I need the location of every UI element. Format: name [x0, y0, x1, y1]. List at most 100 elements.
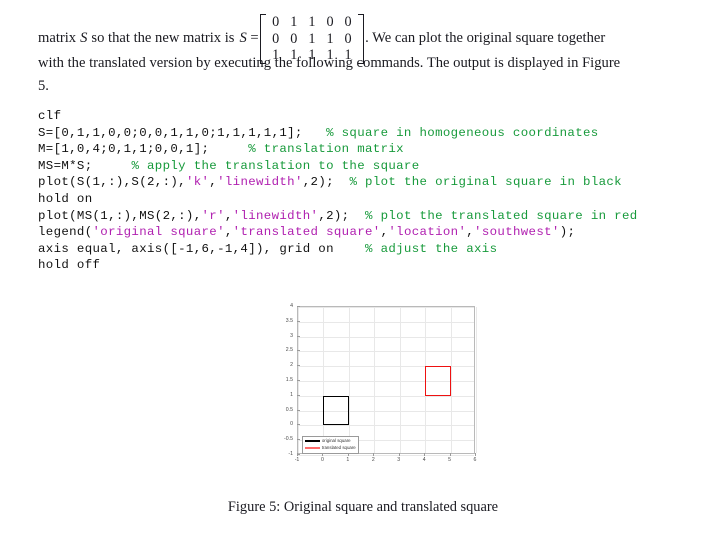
code-token-key: ,	[466, 225, 475, 240]
x-axis-tick-label: 6	[473, 457, 477, 463]
y-axis-tick-mark	[297, 380, 300, 381]
code-token-key: ,	[224, 225, 233, 240]
matrix-cell: 0	[344, 30, 352, 47]
legend-entry-original: original square	[304, 438, 356, 444]
y-axis-tick-mark	[297, 365, 300, 367]
x-axis-tick-mark	[424, 453, 426, 456]
code-token-key: );	[559, 225, 576, 240]
y-axis-tick-mark	[297, 424, 300, 426]
y-axis-tick-mark	[297, 439, 300, 441]
code-token-str: 'k'	[185, 175, 210, 190]
code-token-str: 'location'	[388, 225, 467, 240]
code-token-com: % plot the translated square in red	[365, 208, 638, 223]
x-axis-tick-label: -1	[294, 457, 300, 463]
code-line: S=[0,1,1,0,0;0,0,1,1,0;1,1,1,1,1]; % squ…	[38, 125, 638, 142]
matrix-cell: 1	[290, 14, 298, 30]
code-token-key: ,	[209, 175, 218, 190]
gridline-vertical	[476, 307, 477, 453]
code-token-key: M=[1,0,4;0,1,1;0,0,1];	[38, 142, 249, 157]
prose-after-matrix: . We can plot the original square togeth…	[365, 30, 606, 47]
matrix-cell: 0	[272, 30, 280, 47]
matrix-cell: 0	[344, 14, 352, 30]
matrix-row: 01100	[267, 14, 357, 31]
x-axis-tick-mark	[398, 453, 400, 456]
y-axis-tick-label: 4	[290, 303, 293, 309]
matrix-cell: 1	[326, 30, 334, 47]
prose-lead: matrix	[38, 30, 77, 47]
y-axis-tick-mark	[297, 306, 300, 307]
code-token-str: 'linewidth'	[217, 175, 303, 190]
code-token-key: MS=M*S;	[38, 158, 132, 173]
code-token-com: % translation matrix	[248, 142, 404, 157]
code-token-key: plot(MS(1,:),MS(2,:),	[38, 208, 202, 223]
code-line: MS=M*S; % apply the translation to the s…	[38, 158, 638, 175]
code-token-key: hold on	[38, 191, 93, 206]
y-axis-tick-mark	[297, 454, 300, 455]
y-axis-tick-mark	[297, 335, 300, 337]
code-token-str: 'linewidth'	[232, 208, 319, 223]
y-axis-tick-label: 1.5	[285, 377, 293, 383]
series-translated-square	[425, 366, 451, 396]
code-token-key: axis equal, axis([-1,6,-1,4]), grid on	[38, 241, 365, 256]
x-axis-tick-mark	[373, 453, 375, 456]
code-line: hold off	[38, 257, 638, 274]
paragraph-line-2: with the translated version by executing…	[38, 55, 621, 71]
code-line: hold on	[38, 191, 638, 208]
code-line: axis equal, axis([-1,6,-1,4]), grid on %…	[38, 241, 638, 258]
code-token-com: % square in homogeneous coordinates	[326, 125, 599, 140]
code-token-key: ,2);	[318, 208, 366, 223]
y-axis-tick-label: 0	[290, 421, 293, 428]
code-line: M=[1,0,4;0,1,1;0,0,1]; % translation mat…	[38, 141, 638, 158]
x-axis-tick-label: 3	[397, 457, 401, 463]
gridline-vertical	[450, 307, 452, 453]
code-line: plot(MS(1,:),MS(2,:),'r','linewidth',2);…	[38, 208, 638, 225]
math-var-s: S	[80, 30, 88, 47]
x-axis-tick-label: 4	[422, 457, 426, 463]
gridline-vertical	[323, 307, 325, 453]
matrix-cell: 1	[308, 30, 316, 47]
code-token-key: ,	[224, 208, 233, 223]
code-token-key: ,2);	[302, 175, 350, 190]
legend-label-translated: translated square	[321, 445, 356, 451]
y-axis-tick-mark	[297, 350, 300, 352]
gridline-vertical	[374, 307, 376, 453]
matrix-row: 00110	[267, 31, 357, 48]
code-token-key: hold off	[38, 258, 101, 273]
y-axis-tick-label: 0.5	[285, 406, 293, 413]
legend-swatch-translated	[304, 447, 320, 450]
x-axis-tick-mark	[347, 453, 349, 456]
y-axis-tick-label: 3.5	[285, 317, 293, 324]
code-token-com: % plot the original square in black	[349, 175, 622, 190]
y-axis-tick-label: 1	[290, 391, 293, 398]
x-axis-tick-label: 2	[371, 457, 375, 463]
series-original-square	[323, 395, 349, 426]
paragraph-rest: with the translated version by executing…	[38, 52, 694, 98]
plot-legend: original square translated square	[301, 435, 359, 454]
y-axis-tick-mark	[297, 394, 300, 396]
y-axis-tick-label: 2.5	[285, 347, 293, 354]
code-line: plot(S(1,:),S(2,:),'k','linewidth',2); %…	[38, 174, 638, 191]
x-axis-tick-mark	[449, 453, 451, 456]
code-token-str: 'southwest'	[474, 225, 560, 240]
paragraph-line-3: 5.	[38, 78, 49, 94]
y-axis-tick-label: 2	[290, 362, 293, 369]
prose-mid: so that the new matrix is	[91, 30, 235, 47]
math-equals: S =	[239, 30, 259, 47]
x-axis-tick-label: 1	[346, 457, 350, 463]
y-axis-tick-label: -0.5	[284, 436, 293, 443]
code-line: clf	[38, 108, 638, 125]
code-token-str: 'r'	[201, 208, 225, 223]
matrix-cell: 0	[272, 14, 280, 30]
code-token-str: 'translated square'	[232, 225, 381, 240]
figure-plot: original square translated square -1 0 1 2 3…	[245, 288, 495, 478]
x-axis-tick-mark	[322, 453, 324, 456]
y-axis-tick-mark	[297, 320, 300, 322]
code-token-key: clf	[38, 109, 62, 123]
matrix-cell: 0	[326, 14, 334, 30]
gridline-vertical	[399, 307, 401, 453]
gridline-vertical	[348, 307, 350, 453]
figure-caption: Figure 5: Original square and translated…	[227, 499, 499, 515]
code-listing: clf S=[0,1,1,0,0;0,0,1,1,0;1,1,1,1,1]; % …	[38, 108, 638, 274]
code-token-key: plot(S(1,:),S(2,:),	[38, 175, 186, 190]
legend-swatch-original	[304, 440, 320, 443]
